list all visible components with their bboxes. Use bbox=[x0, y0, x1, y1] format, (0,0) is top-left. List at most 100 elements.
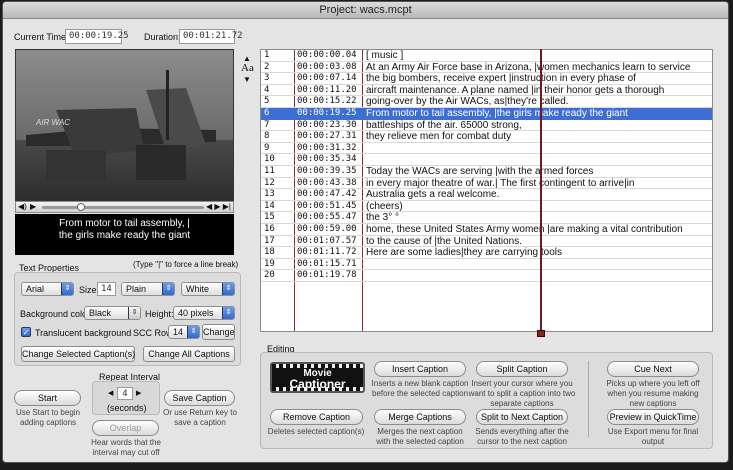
volume-icon[interactable]: ◀) bbox=[18, 202, 27, 212]
caption-number: 10 bbox=[264, 154, 275, 165]
caption-row[interactable]: 5 00:00:15.22 going-over by the Air WACs, … bbox=[261, 96, 712, 108]
save-caption-hint: Or use Return key to save a caption bbox=[163, 408, 237, 427]
caption-row[interactable]: 17 00:01:07.57 to the cause of |the United… bbox=[261, 236, 712, 248]
caption-row[interactable]: 20 00:01:19.78 bbox=[261, 270, 712, 282]
caption-timecode: 00:00:15.22 bbox=[297, 96, 357, 107]
scc-row-select[interactable]: 14 ⇕ bbox=[168, 325, 200, 339]
caption-text: going-over by the Air WACs, as|they're c… bbox=[366, 96, 569, 108]
remove-caption-button[interactable]: Remove Caption bbox=[270, 409, 363, 425]
split-to-next-caption-button[interactable]: Split to Next Caption bbox=[476, 409, 568, 425]
caption-number: 15 bbox=[264, 212, 275, 223]
height-select[interactable]: 40 pixels ⇕ bbox=[173, 306, 235, 320]
decrement-icon[interactable]: ◀ bbox=[108, 389, 113, 397]
caption-timecode: 00:01:15.71 bbox=[297, 258, 357, 269]
caption-text: the 3° ° bbox=[366, 212, 400, 224]
video-preview: AIR WAC bbox=[15, 49, 234, 201]
smaller-font-icon[interactable]: ▼ bbox=[243, 75, 251, 84]
caption-row[interactable]: 11 00:00:39.35 Today the WACs are serving … bbox=[261, 166, 712, 178]
caption-number: 14 bbox=[264, 200, 275, 211]
chevron-down-icon: ⇕ bbox=[222, 307, 234, 319]
change-all-captions-button[interactable]: Change All Captions bbox=[143, 346, 235, 362]
caption-timecode: 00:00:59.00 bbox=[297, 224, 357, 234]
caption-row[interactable]: 18 00:01:11.72 Here are some ladies|they a… bbox=[261, 247, 712, 259]
merge-captions-button[interactable]: Merge Captions bbox=[374, 409, 466, 425]
caption-row[interactable]: 6 00:00:19.25 From motor to tail assembly,… bbox=[261, 108, 712, 120]
duration-field: 00:01:21.72 bbox=[179, 29, 243, 44]
start-button[interactable]: Start bbox=[14, 390, 81, 406]
caption-timecode: 00:01:19.78 bbox=[297, 270, 357, 281]
caption-number: 12 bbox=[264, 177, 275, 188]
seconds-label: (seconds) bbox=[107, 403, 147, 413]
current-time-field[interactable]: 00:00:19.25 bbox=[65, 29, 129, 44]
caption-row[interactable]: 14 00:00:51.45 (cheers) bbox=[261, 201, 712, 213]
caption-table[interactable]: 1 00:00:00.04 [ music ] 2 00:00:03.08 At an A… bbox=[260, 49, 713, 332]
overlap-hint: Hear words that the interval may cut off bbox=[91, 438, 161, 457]
window-title: Project: wacs.mcpt bbox=[3, 2, 728, 19]
size-label: Size: bbox=[79, 285, 100, 295]
preview-quicktime-button[interactable]: Preview in QuickTime bbox=[607, 409, 699, 425]
caption-timecode: 00:01:11.72 bbox=[297, 247, 357, 258]
caption-row[interactable]: 12 00:00:43.38 in every major theatre of w… bbox=[261, 178, 712, 190]
start-hint: Use Start to begin adding captions bbox=[15, 408, 81, 427]
bomber-image: AIR WAC bbox=[26, 70, 216, 180]
caption-row[interactable]: 7 00:00:23.30 battleships of the air. 6500… bbox=[261, 120, 712, 132]
chevron-down-icon: ⇕ bbox=[128, 307, 140, 319]
caption-number: 6 bbox=[264, 108, 270, 118]
overlap-button[interactable]: Overlap bbox=[92, 420, 159, 436]
step-controls-icon[interactable]: ◀ ▶ ▶| bbox=[206, 202, 231, 212]
merge-captions-hint: Merges the next caption with the selecte… bbox=[376, 427, 464, 446]
split-caption-button[interactable]: Split Caption bbox=[476, 361, 568, 377]
style-select[interactable]: Plain ⇕ bbox=[121, 282, 175, 296]
save-caption-button[interactable]: Save Caption bbox=[164, 390, 235, 406]
font-select[interactable]: Arial ⇕ bbox=[21, 282, 74, 296]
caption-length-marker-handle[interactable] bbox=[537, 330, 545, 337]
change-scc-button[interactable]: Change bbox=[202, 324, 235, 340]
caption-row[interactable]: 4 00:00:11.20 aircraft maintenance. A plan… bbox=[261, 85, 712, 97]
caption-timecode: 00:00:27.31 bbox=[297, 131, 357, 142]
caption-row[interactable]: 8 00:00:27.31 they relieve men for combat … bbox=[261, 131, 712, 143]
font-size-toggle[interactable]: Aa bbox=[241, 62, 254, 74]
editing-group: Movie Captioner Insert Caption Inserts a… bbox=[260, 352, 713, 449]
scrub-track[interactable] bbox=[42, 206, 204, 209]
repeat-interval-group: ◀ 4 ▶ (seconds) bbox=[92, 381, 160, 415]
scrub-playhead[interactable] bbox=[76, 203, 85, 211]
caption-number: 20 bbox=[264, 270, 275, 281]
repeat-interval-field[interactable]: 4 bbox=[117, 387, 133, 400]
svg-text:AIR WAC: AIR WAC bbox=[35, 118, 70, 127]
caption-timecode: 00:00:03.08 bbox=[297, 61, 357, 72]
caption-row[interactable]: 9 00:00:31.32 bbox=[261, 143, 712, 155]
increment-icon[interactable]: ▶ bbox=[136, 389, 141, 397]
play-icon[interactable]: ▶ bbox=[30, 202, 36, 212]
caption-row[interactable]: 13 00:00:47.42 Australia gets a real welco… bbox=[261, 189, 712, 201]
caption-row[interactable]: 2 00:00:03.08 At an Army Air Force base in… bbox=[261, 62, 712, 74]
caption-row[interactable]: 15 00:00:55.47 the 3° ° bbox=[261, 212, 712, 224]
text-color-select[interactable]: White ⇕ bbox=[181, 282, 235, 296]
caption-text: home, these United States Army women |ar… bbox=[366, 224, 683, 235]
caption-text: the big bombers, receive expert |instruc… bbox=[366, 73, 636, 85]
caption-text: At an Army Air Force base in Arizona, |w… bbox=[366, 61, 691, 73]
caption-number: 17 bbox=[264, 235, 275, 246]
caption-number: 4 bbox=[264, 84, 270, 95]
change-selected-captions-button[interactable]: Change Selected Caption(s) bbox=[21, 346, 135, 362]
caption-row[interactable]: 16 00:00:59.00 home, these United States A… bbox=[261, 224, 712, 236]
insert-caption-button[interactable]: Insert Caption bbox=[374, 361, 466, 377]
translucent-label: Translucent background bbox=[35, 328, 132, 338]
caption-preview: From motor to tail assembly, | the girls… bbox=[15, 214, 234, 255]
caption-text: (cheers) bbox=[366, 200, 403, 212]
caption-number: 19 bbox=[264, 258, 275, 269]
caption-row[interactable]: 1 00:00:00.04 [ music ] bbox=[261, 50, 712, 62]
caption-length-marker[interactable] bbox=[540, 49, 542, 334]
caption-timecode: 00:00:55.47 bbox=[297, 212, 357, 223]
size-field[interactable]: 14 bbox=[97, 282, 116, 296]
caption-number: 18 bbox=[264, 247, 275, 258]
caption-row[interactable]: 19 00:01:15.71 bbox=[261, 259, 712, 271]
background-color-select[interactable]: Black ⇕ bbox=[84, 306, 141, 320]
caption-timecode: 00:00:07.14 bbox=[297, 73, 357, 84]
caption-row[interactable]: 3 00:00:07.14 the big bombers, receive exp… bbox=[261, 73, 712, 85]
caption-row[interactable]: 10 00:00:35.34 bbox=[261, 154, 712, 166]
caption-text: aircraft maintenance. A plane named |in … bbox=[366, 84, 665, 96]
translucent-checkbox[interactable]: ✓ bbox=[21, 327, 31, 337]
cue-next-button[interactable]: Cue Next bbox=[607, 361, 699, 377]
caption-text: they relieve men for combat duty bbox=[366, 131, 512, 143]
caption-text: [ music ] bbox=[366, 50, 404, 61]
